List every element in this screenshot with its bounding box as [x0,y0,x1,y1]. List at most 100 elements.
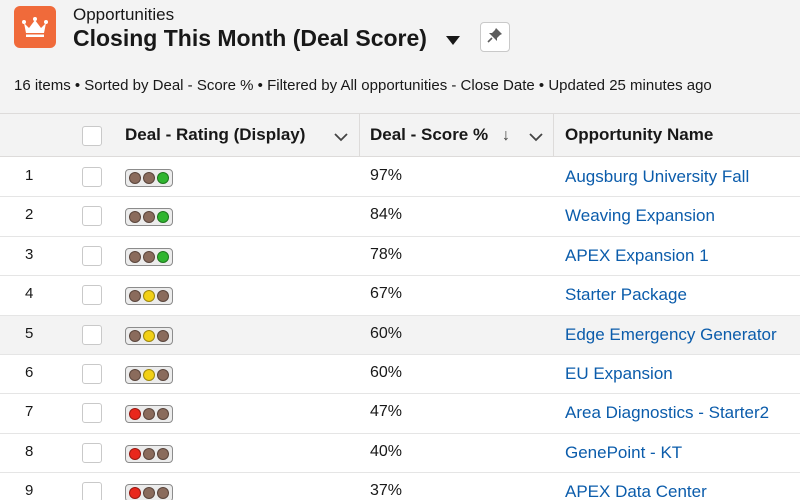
green-bulb-icon [157,408,169,421]
traffic-light-icon [125,444,173,463]
row-number: 4 [25,285,34,303]
opportunity-name-link[interactable]: Edge Emergency Generator [565,325,777,345]
column-header-deal-rating[interactable]: Deal - Rating (Display) [125,114,305,156]
yellow-bulb-icon [143,447,155,460]
deal-score: 40% [370,442,403,460]
table-row: 3 78% APEX Expansion 1 [0,236,800,277]
row-checkbox[interactable] [82,285,102,306]
green-bulb-icon [157,211,169,224]
yellow-bulb-icon [143,368,155,381]
row-number: 9 [25,482,34,500]
yellow-bulb-icon [143,211,155,224]
yellow-bulb-icon [143,408,155,421]
list-view-title[interactable]: Closing This Month (Deal Score) [73,25,427,52]
row-checkbox[interactable] [82,206,102,227]
red-bulb-icon [129,329,141,342]
row-checkbox[interactable] [82,482,102,500]
row-number: 2 [25,206,34,224]
red-bulb-icon [129,368,141,381]
deal-score: 47% [370,403,403,421]
traffic-light-icon [125,287,173,306]
yellow-bulb-icon [143,487,155,500]
yellow-bulb-icon [143,290,155,303]
table-row: 6 60% EU Expansion [0,354,800,395]
green-bulb-icon [157,329,169,342]
table-row: 5 60% Edge Emergency Generator [0,315,800,355]
table-row: 9 37% APEX Data Center [0,473,800,500]
opportunity-name-link[interactable]: EU Expansion [565,364,673,384]
red-bulb-icon [129,487,141,500]
chevron-down-icon[interactable] [528,130,544,142]
red-bulb-icon [129,172,141,184]
traffic-light-icon [125,247,173,266]
caret-down-icon[interactable] [444,33,462,47]
row-checkbox[interactable] [82,403,102,424]
traffic-light-icon [125,326,173,345]
yellow-bulb-icon [143,250,155,263]
red-bulb-icon [129,447,141,460]
green-bulb-icon [157,290,169,303]
opportunity-name-link[interactable]: GenePoint - KT [565,443,682,463]
row-checkbox[interactable] [82,363,102,384]
row-number: 6 [25,363,34,381]
table-row: 7 47% Area Diagnostics - Starter2 [0,394,800,434]
opportunity-name-link[interactable]: Augsburg University Fall [565,167,749,187]
table-row: 4 67% Starter Package [0,276,800,316]
opportunity-name-link[interactable]: Starter Package [565,285,687,305]
table-row: 8 40% GenePoint - KT [0,433,800,474]
column-divider[interactable] [359,114,360,156]
deal-score: 67% [370,285,403,303]
list-view-meta: 16 items • Sorted by Deal - Score % • Fi… [14,77,712,94]
traffic-light-icon [125,405,173,424]
red-bulb-icon [129,250,141,263]
row-checkbox[interactable] [82,245,102,266]
deal-score: 37% [370,482,403,500]
traffic-light-icon [125,208,173,227]
table-row: 2 84% Weaving Expansion [0,197,800,237]
row-number: 3 [25,245,34,263]
row-number: 1 [25,167,34,184]
list-view-header: Opportunities Closing This Month (Deal S… [0,0,800,113]
green-bulb-icon [157,447,169,460]
row-checkbox[interactable] [82,167,102,187]
row-checkbox[interactable] [82,442,102,463]
deal-score: 60% [370,324,403,342]
traffic-light-icon [125,484,173,500]
chevron-down-icon[interactable] [333,130,349,142]
opportunity-name-link[interactable]: APEX Data Center [565,482,707,500]
column-header-deal-score[interactable]: Deal - Score % [370,114,488,156]
object-label: Opportunities [73,5,175,24]
pin-button[interactable] [480,22,510,52]
traffic-light-icon [125,169,173,187]
opportunity-name-link[interactable]: APEX Expansion 1 [565,246,709,266]
green-bulb-icon [157,250,169,263]
opportunity-name-link[interactable]: Weaving Expansion [565,206,715,226]
deal-score: 97% [370,167,403,184]
deal-score: 60% [370,363,403,381]
column-header-opportunity-name[interactable]: Opportunity Name [565,114,713,156]
deal-score: 84% [370,206,403,224]
deal-score: 78% [370,245,403,263]
crown-icon [14,6,56,48]
red-bulb-icon [129,211,141,224]
sort-descending-icon: ↓ [502,127,510,144]
row-checkbox[interactable] [82,324,102,345]
column-divider[interactable] [553,114,554,156]
table-row: 1 97% Augsburg University Fall [0,158,800,198]
traffic-light-icon [125,365,173,384]
row-number: 8 [25,442,34,460]
green-bulb-icon [157,368,169,381]
green-bulb-icon [157,172,169,184]
yellow-bulb-icon [143,172,155,184]
red-bulb-icon [129,408,141,421]
row-number: 7 [25,403,34,421]
green-bulb-icon [157,487,169,500]
select-all-checkbox[interactable] [82,126,102,146]
table-header: Deal - Rating (Display) Deal - Score % ↓… [0,113,800,157]
pin-icon [487,27,503,48]
yellow-bulb-icon [143,329,155,342]
row-number: 5 [25,324,34,342]
red-bulb-icon [129,290,141,303]
opportunity-name-link[interactable]: Area Diagnostics - Starter2 [565,403,769,423]
table-body: 1 97% Augsburg University Fall 2 84% Wea… [0,158,800,500]
